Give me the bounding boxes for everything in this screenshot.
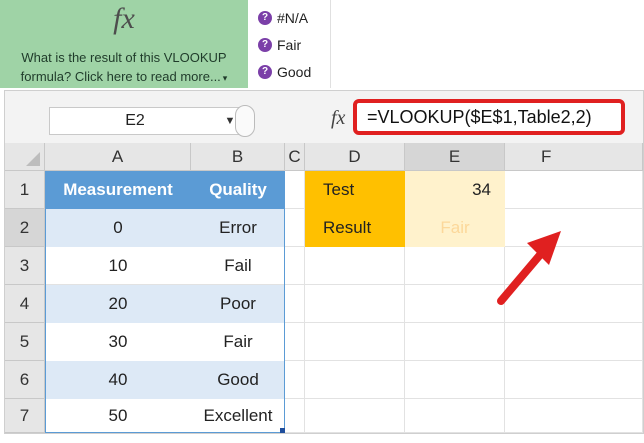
callout-arrow-icon xyxy=(497,231,561,305)
table-cell[interactable]: Fail xyxy=(191,247,285,285)
question-panel[interactable]: fx What is the result of this VLOOKUP fo… xyxy=(0,0,248,88)
row-header-6[interactable]: 6 xyxy=(5,361,45,399)
table-header-measurement[interactable]: Measurement xyxy=(45,171,191,209)
column-header-f[interactable]: F xyxy=(505,143,643,171)
cell-test-value[interactable]: 34 xyxy=(405,171,505,209)
cell-test-label[interactable]: Test xyxy=(305,171,405,209)
cell-e7[interactable] xyxy=(405,399,505,433)
option-label: Fair xyxy=(277,36,302,53)
divider xyxy=(330,0,331,88)
cell-d6[interactable] xyxy=(305,361,405,399)
table-cell[interactable]: 20 xyxy=(45,285,191,323)
column-header-b[interactable]: B xyxy=(191,143,285,171)
option-good[interactable]: ? Good xyxy=(258,58,328,85)
cell-c1[interactable] xyxy=(285,171,305,209)
cell-d3[interactable] xyxy=(305,247,405,285)
cell-e4[interactable] xyxy=(405,285,505,323)
name-box-value: E2 xyxy=(125,112,145,129)
row-header-5[interactable]: 5 xyxy=(5,323,45,361)
spreadsheet-window: E2 ▼ fx =VLOOKUP($E$1,Table2,2) A B C D … xyxy=(4,90,644,434)
table-cell[interactable]: Fair xyxy=(191,323,285,361)
table-cell[interactable]: 10 xyxy=(45,247,191,285)
question-mark-icon: ? xyxy=(258,10,272,25)
option-fair[interactable]: ? Fair xyxy=(258,31,328,58)
cell-e5[interactable] xyxy=(405,323,505,361)
cell-e3[interactable] xyxy=(405,247,505,285)
row-header-2[interactable]: 2 xyxy=(5,209,45,247)
option-label: Good xyxy=(277,63,312,80)
table-cell[interactable]: Excellent xyxy=(191,399,285,433)
question-mark-icon: ? xyxy=(258,64,272,79)
cell-result-value[interactable]: Fair xyxy=(405,209,505,247)
option-label: #N/A xyxy=(277,9,309,26)
column-header-a[interactable]: A xyxy=(45,143,191,171)
column-header-c[interactable]: C xyxy=(285,143,305,171)
cell-c6[interactable] xyxy=(285,361,305,399)
table-cell[interactable]: 30 xyxy=(45,323,191,361)
table-resize-handle[interactable] xyxy=(280,428,285,433)
cell-c7[interactable] xyxy=(285,399,305,433)
cell-f1[interactable] xyxy=(505,171,643,209)
table-cell[interactable]: 40 xyxy=(45,361,191,399)
cell-e6[interactable] xyxy=(405,361,505,399)
fx-icon: fx xyxy=(113,2,135,35)
cell-f5[interactable] xyxy=(505,323,643,361)
select-all-corner[interactable] xyxy=(5,143,45,171)
answer-options: ? #N/A ? Fair ? Good xyxy=(258,4,328,85)
formula-input[interactable]: =VLOOKUP($E$1,Table2,2) xyxy=(353,99,625,135)
table-cell[interactable]: Poor xyxy=(191,285,285,323)
table-cell[interactable]: 50 xyxy=(45,399,191,433)
cell-c3[interactable] xyxy=(285,247,305,285)
cell-d7[interactable] xyxy=(305,399,405,433)
table-header-quality[interactable]: Quality xyxy=(191,171,285,209)
row-header-3[interactable]: 3 xyxy=(5,247,45,285)
insert-function-icon[interactable]: fx xyxy=(331,107,345,130)
cell-d5[interactable] xyxy=(305,323,405,361)
column-header-d[interactable]: D xyxy=(305,143,405,171)
cell-c5[interactable] xyxy=(285,323,305,361)
cell-d4[interactable] xyxy=(305,285,405,323)
column-header-e[interactable]: E xyxy=(405,143,505,171)
name-box[interactable]: E2 ▼ xyxy=(49,107,241,135)
cell-f7[interactable] xyxy=(505,399,643,433)
table-cell[interactable]: Good xyxy=(191,361,285,399)
option-na[interactable]: ? #N/A xyxy=(258,4,328,31)
formula-bar: E2 ▼ fx =VLOOKUP($E$1,Table2,2) xyxy=(5,91,643,143)
cell-c2[interactable] xyxy=(285,209,305,247)
table-cell[interactable]: Error xyxy=(191,209,285,247)
formula-text: =VLOOKUP($E$1,Table2,2) xyxy=(367,106,592,127)
row-header-7[interactable]: 7 xyxy=(5,399,45,433)
cell-f6[interactable] xyxy=(505,361,643,399)
row-header-1[interactable]: 1 xyxy=(5,171,45,209)
row-header-4[interactable]: 4 xyxy=(5,285,45,323)
cell-c4[interactable] xyxy=(285,285,305,323)
formula-bar-splitter[interactable] xyxy=(235,105,255,137)
table-cell[interactable]: 0 xyxy=(45,209,191,247)
cell-result-label[interactable]: Result xyxy=(305,209,405,247)
dropdown-caret-icon: ▾ xyxy=(222,73,228,83)
question-text[interactable]: What is the result of this VLOOKUP formu… xyxy=(4,48,244,88)
question-mark-icon: ? xyxy=(258,37,272,52)
